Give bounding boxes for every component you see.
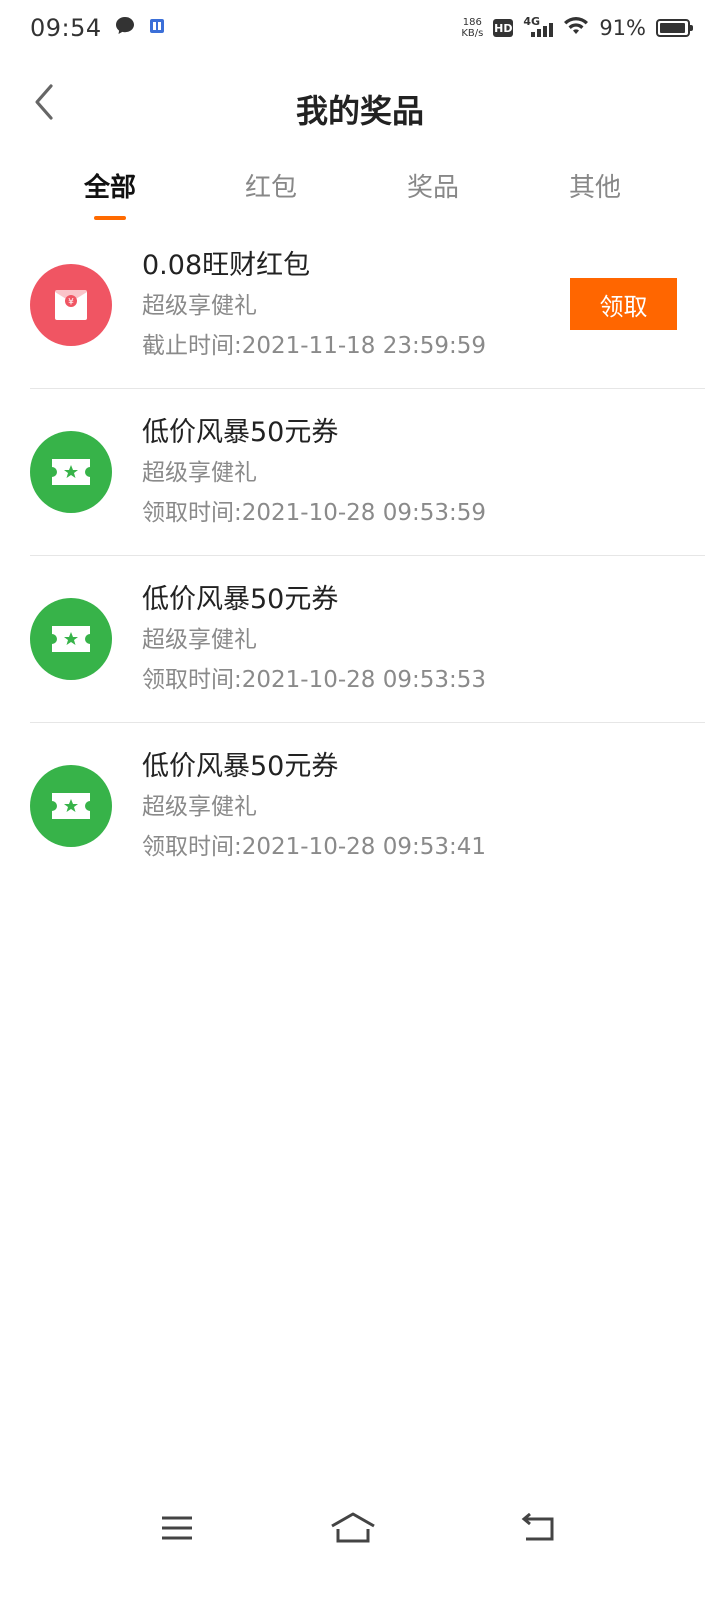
status-left: 09:54: [30, 14, 166, 42]
app-notification-icon: [148, 17, 166, 39]
prize-subtitle: 超级享健礼: [142, 627, 257, 653]
svg-text:¥: ¥: [68, 298, 74, 308]
back-nav-button[interactable]: [508, 1500, 568, 1560]
tab-red-envelope[interactable]: 红包: [211, 160, 331, 224]
system-nav-bar: [0, 1490, 720, 1570]
claim-button[interactable]: 领取: [570, 278, 677, 330]
ticket-icon: [30, 598, 112, 680]
prize-item[interactable]: ¥ 0.08旺财红包 超级享健礼 截止时间:2021-11-18 23:59:5…: [0, 222, 720, 389]
tab-label: 其他: [568, 173, 621, 203]
tab-label: 奖品: [406, 173, 459, 203]
network-speed: 186 KB/s: [461, 17, 483, 39]
status-right: 186 KB/s HD 4G 91%: [461, 15, 693, 40]
prize-claim-time: 领取时间:2021-10-28 09:53:59: [142, 500, 487, 526]
battery-icon: [656, 19, 693, 37]
tab-bar: 全部 红包 奖品 其他: [0, 160, 720, 224]
prize-title: 低价风暴50元券: [142, 751, 339, 782]
hd-icon: HD: [493, 19, 514, 37]
tab-all[interactable]: 全部: [50, 160, 170, 224]
header: 我的奖品: [0, 66, 720, 146]
prize-item[interactable]: 低价风暴50元券 超级享健礼 领取时间:2021-10-28 09:53:59: [0, 389, 720, 556]
status-bar: 09:54 186 KB/s HD 4G 91%: [0, 0, 720, 56]
tab-label: 红包: [244, 173, 297, 203]
prize-info: 低价风暴50元券 超级享健礼 领取时间:2021-10-28 09:53:59: [142, 413, 486, 533]
home-button[interactable]: [323, 1500, 383, 1560]
prize-subtitle: 超级享健礼: [142, 460, 257, 486]
prize-item[interactable]: 低价风暴50元券 超级享健礼 领取时间:2021-10-28 09:53:41: [0, 723, 720, 890]
prize-deadline: 截止时间:2021-11-18 23:59:59: [142, 333, 487, 359]
return-icon: [520, 1512, 556, 1547]
ticket-icon: [30, 431, 112, 513]
cellular-signal-icon: 4G: [523, 15, 554, 39]
prize-list: ¥ 0.08旺财红包 超级享健礼 截止时间:2021-11-18 23:59:5…: [0, 222, 720, 890]
tab-other[interactable]: 其他: [535, 160, 655, 224]
prize-subtitle: 超级享健礼: [142, 293, 257, 319]
red-envelope-icon: ¥: [30, 264, 112, 346]
wifi-icon: [563, 16, 589, 40]
prize-title: 0.08旺财红包: [142, 250, 311, 281]
network-speed-value: 186: [462, 17, 482, 28]
message-icon: [114, 15, 136, 41]
prize-title: 低价风暴50元券: [142, 417, 339, 448]
prize-title: 低价风暴50元券: [142, 584, 339, 615]
tab-label: 全部: [83, 173, 136, 203]
menu-button[interactable]: [147, 1500, 207, 1560]
status-time: 09:54: [30, 14, 102, 42]
prize-info: 低价风暴50元券 超级享健礼 领取时间:2021-10-28 09:53:53: [142, 580, 486, 700]
ticket-icon: [30, 765, 112, 847]
menu-icon: [160, 1514, 194, 1546]
battery-percent: 91%: [599, 16, 646, 40]
prize-info: 0.08旺财红包 超级享健礼 截止时间:2021-11-18 23:59:59: [142, 246, 486, 366]
prize-claim-time: 领取时间:2021-10-28 09:53:41: [142, 834, 487, 860]
page-title: 我的奖品: [295, 92, 424, 130]
active-tab-indicator: [94, 216, 126, 220]
tab-prizes[interactable]: 奖品: [373, 160, 493, 224]
prize-claim-time: 领取时间:2021-10-28 09:53:53: [142, 667, 487, 693]
prize-info: 低价风暴50元券 超级享健礼 领取时间:2021-10-28 09:53:41: [142, 747, 486, 867]
home-icon: [329, 1511, 377, 1549]
network-speed-unit: KB/s: [461, 28, 484, 39]
prize-subtitle: 超级享健礼: [142, 794, 257, 820]
prize-item[interactable]: 低价风暴50元券 超级享健礼 领取时间:2021-10-28 09:53:53: [0, 556, 720, 723]
screen: 09:54 186 KB/s HD 4G 91% 我的奖品 全部 红包 奖品 其…: [0, 0, 720, 1600]
